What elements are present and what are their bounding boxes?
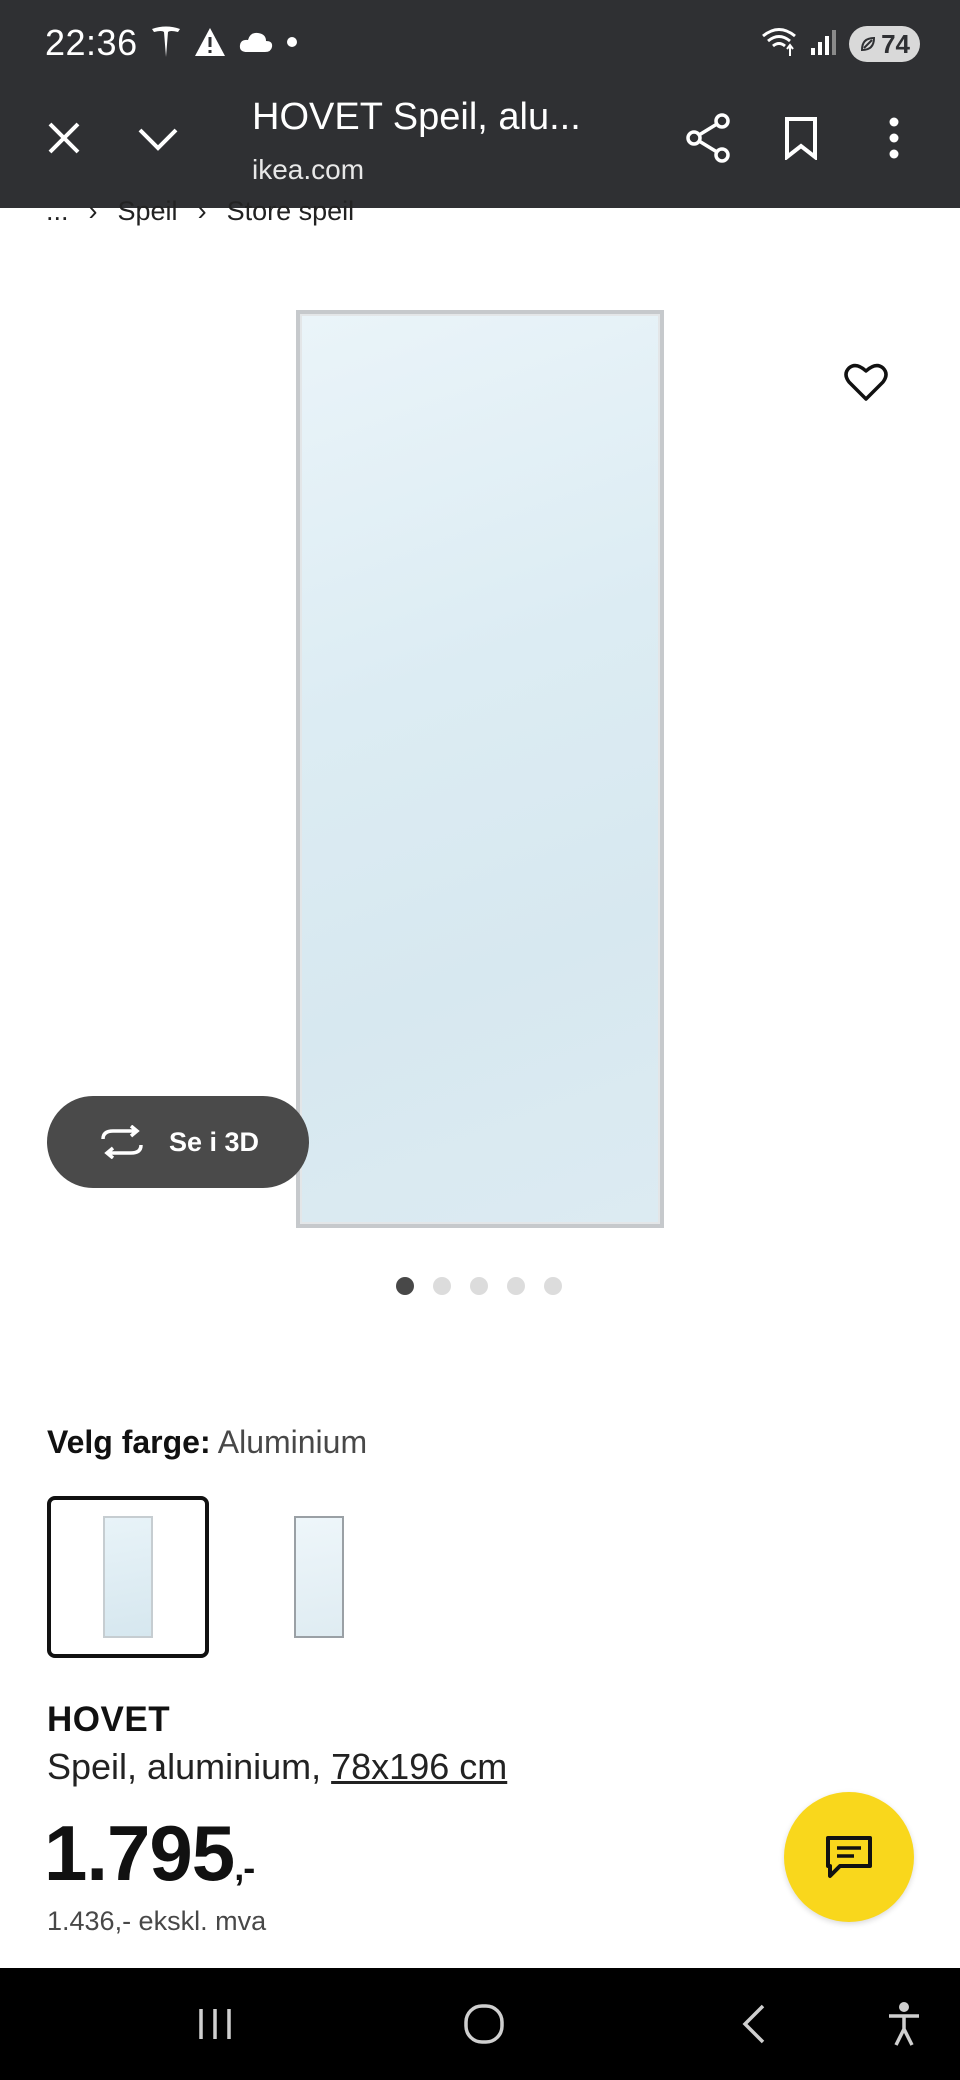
- breadcrumb-item-ellipsis[interactable]: ...: [46, 196, 69, 227]
- accessibility-icon: [889, 2002, 919, 2046]
- gallery-dots: [396, 1277, 562, 1295]
- favorite-button[interactable]: [836, 352, 896, 412]
- price-ex-vat: 1.436,- ekskl. mva: [47, 1906, 267, 1936]
- back-icon: [742, 2004, 765, 2044]
- signal-icon: [809, 28, 837, 61]
- color-label: Velg farge: Aluminium: [47, 1424, 367, 1461]
- color-option-aluminium[interactable]: [47, 1496, 209, 1658]
- price-value: 1.795: [44, 1809, 235, 1897]
- status-icons-left: [150, 26, 298, 62]
- color-label-title: Velg farge:: [47, 1424, 211, 1460]
- home-button[interactable]: [444, 1990, 524, 2058]
- page-url[interactable]: ikea.com: [252, 154, 364, 186]
- more-vertical-icon: [889, 117, 899, 159]
- recents-button[interactable]: [175, 1990, 255, 2058]
- back-button[interactable]: [713, 1990, 793, 2058]
- breadcrumb-separator: ›: [88, 196, 98, 226]
- chat-icon: [826, 1836, 872, 1878]
- wifi-icon: [761, 27, 797, 62]
- close-icon: [48, 122, 80, 154]
- color-label-value: Aluminium: [217, 1424, 368, 1460]
- breadcrumb-separator: ›: [197, 196, 207, 226]
- breadcrumb: ... › Speil › Store speil: [46, 196, 354, 227]
- status-icons-right: 74: [761, 24, 920, 64]
- chat-button[interactable]: [784, 1792, 914, 1922]
- collapse-button[interactable]: [122, 102, 194, 174]
- battery-level: 74: [881, 28, 910, 59]
- browser-toolbar: HOVET Speil, alu... ikea.com: [0, 90, 960, 208]
- breadcrumb-item-store-speil[interactable]: Store speil: [227, 196, 355, 227]
- bookmark-button[interactable]: [765, 102, 837, 174]
- page-title[interactable]: HOVET Speil, alu...: [252, 96, 581, 139]
- product-name: HOVET: [47, 1700, 171, 1739]
- bookmark-icon: [785, 117, 817, 160]
- close-button[interactable]: [28, 102, 100, 174]
- rotate-3d-icon: [101, 1125, 143, 1159]
- warning-icon: [194, 27, 226, 62]
- recents-icon: [199, 2009, 231, 2039]
- product-image[interactable]: [296, 310, 664, 1228]
- battery-icon: 74: [849, 26, 920, 62]
- product-description: Speil, aluminium, 78x196 cm: [47, 1746, 507, 1788]
- gallery-dot[interactable]: [433, 1277, 451, 1295]
- home-icon: [464, 2004, 504, 2044]
- tesla-icon: [150, 25, 182, 64]
- status-time: 22:36: [45, 22, 138, 63]
- product-price: 1.795,-: [44, 1808, 255, 1899]
- price-suffix: ,-: [234, 1847, 255, 1888]
- color-option-alternate[interactable]: [238, 1496, 400, 1658]
- dot-icon: [286, 35, 298, 53]
- view-3d-button[interactable]: Se i 3D: [47, 1096, 309, 1188]
- more-button[interactable]: [858, 102, 930, 174]
- heart-icon: [844, 363, 888, 401]
- chevron-down-icon: [138, 128, 178, 151]
- view-3d-label: Se i 3D: [168, 1126, 260, 1157]
- gallery-dot[interactable]: [507, 1277, 525, 1295]
- color-option-thumbnail: [294, 1516, 344, 1638]
- system-nav-bar: [0, 1968, 960, 2080]
- gallery-dot[interactable]: [544, 1277, 562, 1295]
- color-option-thumbnail: [103, 1516, 153, 1638]
- share-icon: [686, 113, 730, 163]
- gallery-dot[interactable]: [470, 1277, 488, 1295]
- gallery-dot[interactable]: [396, 1277, 414, 1295]
- accessibility-button[interactable]: [864, 1990, 944, 2058]
- cloud-icon: [238, 30, 274, 59]
- breadcrumb-item-speil[interactable]: Speil: [118, 196, 178, 227]
- share-button[interactable]: [672, 102, 744, 174]
- browser-chrome: 22:36 74 HOVET Speil, alu... ikea.com: [0, 0, 960, 208]
- product-description-text: Speil, aluminium,: [47, 1746, 332, 1787]
- product-size-link[interactable]: 78x196 cm: [331, 1746, 507, 1787]
- status-bar: 22:36 74: [0, 0, 960, 90]
